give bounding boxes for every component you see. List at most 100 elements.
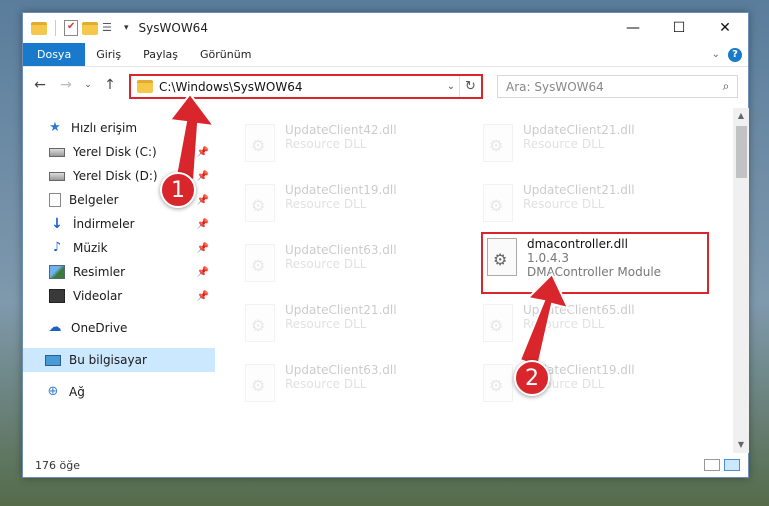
file-item[interactable]: UpdateClient63.dllResource DLL: [241, 240, 471, 288]
file-type: DMAController Module: [527, 265, 662, 279]
back-button[interactable]: ←: [29, 74, 51, 96]
download-icon: ↓: [51, 216, 63, 232]
dll-file-icon: [245, 244, 275, 282]
file-type: Resource DLL: [285, 257, 367, 271]
file-type: Resource DLL: [285, 377, 367, 391]
pin-icon[interactable]: 📌: [197, 243, 209, 254]
nav-item[interactable]: ⊕ Ağ: [23, 380, 215, 404]
nav-item[interactable]: ↓ İndirmeler 📌: [23, 212, 215, 236]
minimize-button[interactable]: —: [610, 13, 656, 43]
nav-item[interactable]: Yerel Disk (C:) 📌: [23, 140, 215, 164]
dll-file-icon: [483, 184, 513, 222]
dll-file-icon: [245, 304, 275, 342]
navigation-pane: ★ Hızlı erişim Yerel Disk (C:) 📌 Yerel Disk …: [23, 108, 215, 453]
scroll-thumb[interactable]: [736, 126, 747, 178]
refresh-icon[interactable]: ↻: [459, 76, 481, 97]
recent-locations-icon[interactable]: ⌄: [81, 74, 95, 96]
pin-icon[interactable]: 📌: [197, 195, 209, 206]
network-icon: ⊕: [47, 384, 59, 399]
file-type: Resource DLL: [285, 197, 367, 211]
pin-icon[interactable]: 📌: [197, 147, 209, 158]
details-view-icon[interactable]: [704, 459, 720, 471]
file-name: UpdateClient19.dll: [285, 183, 397, 197]
file-name: UpdateClient65.dll: [523, 303, 635, 317]
videos-icon: [49, 289, 65, 303]
nav-item[interactable]: ♪ Müzik 📌: [23, 236, 215, 260]
up-button[interactable]: ↑: [99, 74, 121, 96]
pin-icon[interactable]: 📌: [197, 267, 209, 278]
star-icon: ★: [49, 120, 61, 135]
nav-item-label: Hızlı erişim: [71, 121, 138, 135]
callout-badge-1: 1: [160, 172, 196, 208]
nav-item[interactable]: ★ Hızlı erişim: [23, 116, 215, 140]
nav-item-label: Ağ: [69, 385, 85, 399]
folder-icon: [31, 21, 47, 35]
address-bar[interactable]: C:\Windows\SysWOW64 ⌄ ↻: [129, 74, 483, 99]
file-item[interactable]: UpdateClient65.dllResource DLL: [479, 300, 709, 348]
expand-ribbon-icon[interactable]: ⌄: [712, 49, 720, 60]
file-name: UpdateClient63.dll: [285, 243, 397, 257]
address-path[interactable]: C:\Windows\SysWOW64: [159, 80, 443, 94]
qat-dropdown-icon[interactable]: ▾: [124, 23, 129, 33]
nav-item[interactable]: Videolar 📌: [23, 284, 215, 308]
search-placeholder: Ara: SysWOW64: [506, 79, 604, 94]
file-item[interactable]: UpdateClient63.dllResource DLL: [241, 360, 471, 408]
file-version: 1.0.4.3: [527, 251, 569, 265]
file-item[interactable]: UpdateClient42.dllResource DLL: [241, 120, 471, 168]
file-type: Resource DLL: [523, 137, 605, 151]
nav-item[interactable]: ☁ OneDrive: [23, 316, 215, 340]
folder-icon: [137, 80, 153, 93]
tab-file[interactable]: Dosya: [23, 43, 86, 66]
music-icon: ♪: [52, 240, 62, 255]
scroll-down-icon[interactable]: ▼: [733, 437, 749, 453]
large-icons-view-icon[interactable]: [724, 459, 740, 471]
file-item[interactable]: UpdateClient19.dllResource DLL: [479, 360, 709, 408]
dll-file-icon: [245, 364, 275, 402]
close-button[interactable]: ✕: [702, 13, 748, 43]
properties-check-icon[interactable]: [64, 20, 78, 36]
pin-icon[interactable]: 📌: [197, 219, 209, 230]
nav-item-label: Yerel Disk (C:): [73, 145, 157, 159]
new-folder-icon[interactable]: [82, 21, 98, 35]
pin-icon[interactable]: 📌: [197, 171, 209, 182]
tab-home[interactable]: Giriş: [85, 43, 132, 66]
file-item[interactable]: UpdateClient21.dllResource DLL: [479, 120, 709, 168]
documents-icon: [49, 193, 61, 207]
vertical-scrollbar[interactable]: ▲ ▼: [733, 108, 749, 453]
this-pc-icon: [45, 354, 61, 366]
file-name: UpdateClient21.dll: [523, 183, 635, 197]
file-item[interactable]: UpdateClient21.dllResource DLL: [241, 300, 471, 348]
nav-item[interactable]: Resimler 📌: [23, 260, 215, 284]
status-bar: 176 öğe: [23, 453, 748, 477]
file-name: UpdateClient21.dll: [285, 303, 397, 317]
pin-icon[interactable]: 📌: [197, 291, 209, 302]
title-bar: ☰ ▾ SysWOW64 — ☐ ✕: [23, 13, 748, 43]
maximize-button[interactable]: ☐: [656, 13, 702, 43]
file-type: Resource DLL: [523, 317, 605, 331]
nav-item-label: OneDrive: [71, 321, 128, 335]
dll-file-icon: [245, 184, 275, 222]
help-icon[interactable]: ?: [728, 47, 742, 62]
window-controls: — ☐ ✕: [610, 13, 748, 43]
file-name: UpdateClient63.dll: [285, 363, 397, 377]
file-type: Resource DLL: [285, 137, 367, 151]
drive-icon: [49, 171, 65, 181]
dll-file-icon: [487, 238, 517, 276]
nav-item[interactable]: Bu bilgisayar: [23, 348, 215, 372]
nav-item-label: İndirmeler: [73, 217, 135, 231]
tab-view[interactable]: Görünüm: [189, 43, 262, 66]
nav-item-label: Belgeler: [69, 193, 119, 207]
file-list: UpdateClient42.dllResource DLLUpdateClie…: [223, 108, 731, 453]
search-icon[interactable]: ⌕: [715, 79, 737, 94]
file-item[interactable]: UpdateClient21.dllResource DLL: [479, 180, 709, 228]
search-input[interactable]: Ara: SysWOW64 ⌕: [497, 75, 738, 98]
forward-button[interactable]: →: [55, 74, 77, 96]
file-item[interactable]: UpdateClient19.dllResource DLL: [241, 180, 471, 228]
scroll-up-icon[interactable]: ▲: [733, 108, 749, 124]
customize-toolbar-icon[interactable]: ☰: [102, 21, 120, 35]
address-dropdown-icon[interactable]: ⌄: [443, 81, 459, 92]
explorer-window: ☰ ▾ SysWOW64 — ☐ ✕ Dosya Giriş Paylaş Gö…: [22, 12, 749, 478]
file-item-dmacontroller[interactable]: dmacontroller.dll1.0.4.3DMAController Mo…: [481, 232, 709, 294]
tab-share[interactable]: Paylaş: [132, 43, 189, 66]
nav-item-label: Bu bilgisayar: [69, 353, 147, 367]
